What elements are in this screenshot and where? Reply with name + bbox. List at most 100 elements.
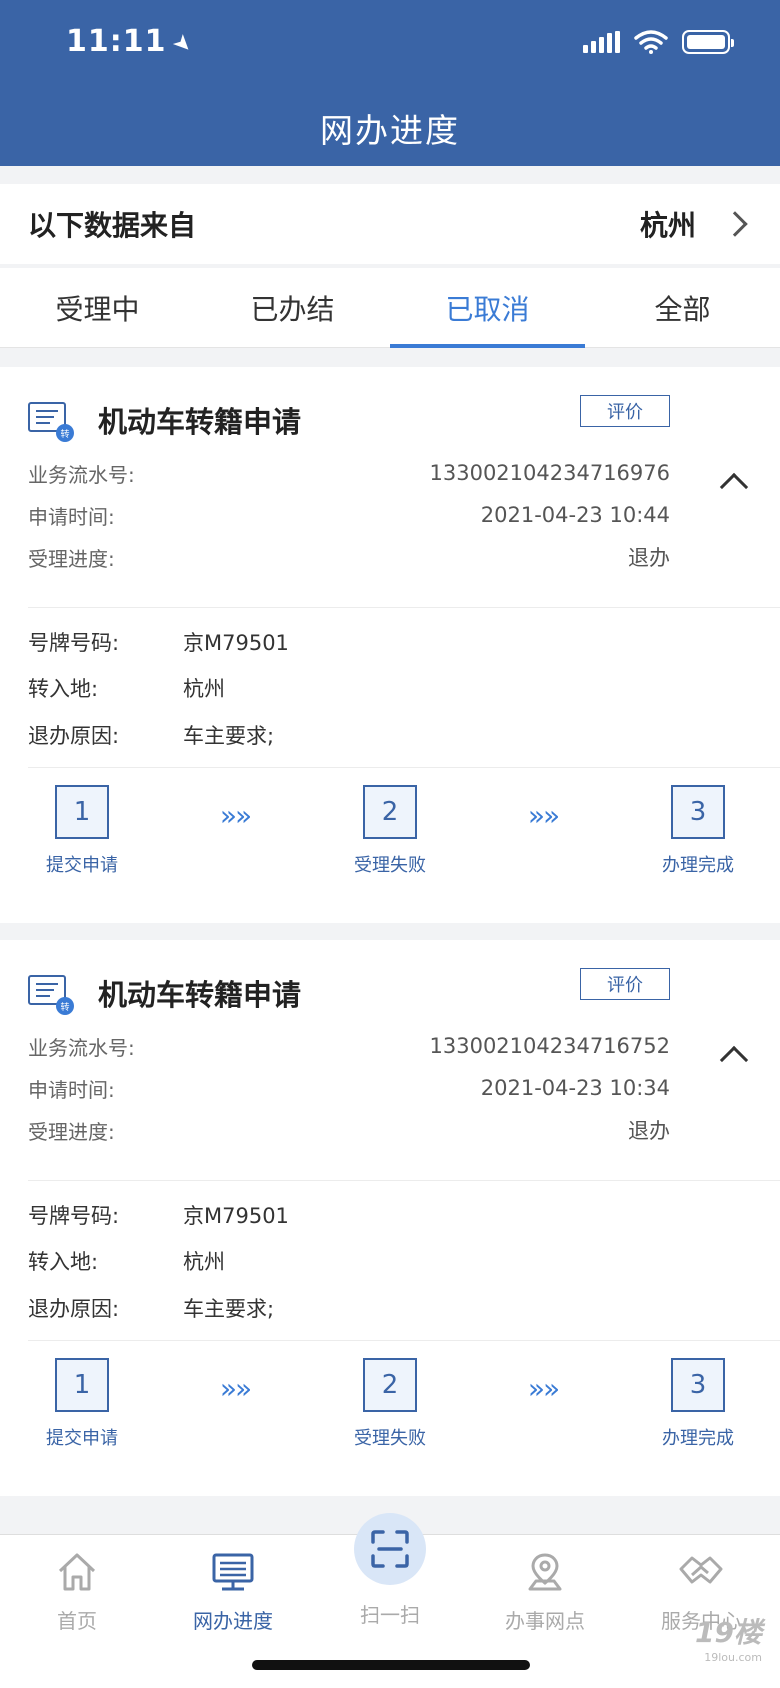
bottom-tab-bar: 首页 网办进度 扫一扫 办事网点 服务中心 19楼 19lou.com [0, 1513, 780, 1688]
card-title: 机动车转籍申请 [98, 978, 302, 1012]
data-source-label: 以下数据来自 [28, 209, 197, 242]
document-badge: 转 [56, 424, 74, 442]
watermark-logo: 19楼 19lou.com [695, 1616, 762, 1664]
document-badge: 转 [56, 997, 74, 1015]
time-row: 申请时间: 2021-04-23 10:44 [28, 497, 670, 533]
tab-cancelled[interactable]: 已取消 [390, 268, 585, 348]
tabbar-outlets[interactable]: 办事网点 [480, 1549, 610, 1634]
tabbar-home-label: 首页 [57, 1609, 97, 1633]
step-3: 3 办理完成 [628, 785, 768, 877]
tabbar-home[interactable]: 首页 [12, 1549, 142, 1634]
divider [28, 767, 780, 768]
page-title: 网办进度 [320, 111, 460, 150]
step-label: 提交申请 [46, 1428, 118, 1449]
plate-row: 号牌号码: 京M79501 [28, 622, 289, 662]
serial-label: 业务流水号: [28, 462, 135, 487]
step-label: 受理失败 [354, 1428, 426, 1449]
step-label: 受理失败 [354, 855, 426, 876]
step-number: 1 [55, 1358, 109, 1412]
cellular-signal-icon [583, 31, 620, 53]
chevron-up-icon[interactable] [719, 1045, 749, 1075]
serial-row: 业务流水号: 133002104234716752 [28, 1028, 670, 1064]
destination-label: 转入地: [28, 1250, 99, 1274]
serial-value: 133002104234716976 [429, 461, 671, 485]
step-number: 3 [671, 1358, 725, 1412]
divider [28, 1340, 780, 1341]
step-number: 2 [363, 1358, 417, 1412]
handshake-icon [679, 1556, 723, 1584]
progress-steps: 1 提交申请 »» 2 受理失败 »» 3 办理完成 [0, 1358, 780, 1458]
status-time: 11:11➤ [66, 24, 198, 61]
double-chevron-icon: »» [527, 799, 560, 832]
divider [28, 607, 780, 608]
destination-label: 转入地: [28, 677, 99, 701]
battery-icon [682, 30, 734, 54]
plate-value: 京M79501 [183, 1204, 289, 1228]
application-card: 转 机动车转籍申请 评价 业务流水号: 133002104234716976 申… [0, 367, 780, 923]
home-icon [58, 1553, 96, 1591]
card-title: 机动车转籍申请 [98, 405, 302, 439]
map-pin-icon [528, 1553, 562, 1591]
destination-row: 转入地: 杭州 [28, 1241, 225, 1281]
serial-value: 133002104234716752 [429, 1034, 671, 1058]
time-label: 申请时间: [28, 504, 115, 529]
evaluate-button[interactable]: 评价 [580, 395, 670, 427]
reason-row: 退办原因: 车主要求; [28, 1288, 274, 1328]
tabbar-progress[interactable]: 网办进度 [168, 1549, 298, 1634]
reason-label: 退办原因: [28, 1297, 120, 1321]
step-1: 1 提交申请 [12, 785, 152, 877]
evaluate-button[interactable]: 评价 [580, 968, 670, 1000]
serial-row: 业务流水号: 133002104234716976 [28, 455, 670, 491]
progress-value: 退办 [628, 1119, 670, 1143]
tab-completed[interactable]: 已办结 [195, 268, 390, 347]
time-row: 申请时间: 2021-04-23 10:34 [28, 1070, 670, 1106]
reason-row: 退办原因: 车主要求; [28, 715, 274, 755]
reason-value: 车主要求; [183, 1297, 275, 1321]
reason-label: 退办原因: [28, 724, 120, 748]
step-3: 3 办理完成 [628, 1358, 768, 1450]
double-chevron-icon: »» [219, 1372, 252, 1405]
document-icon: 转 [28, 973, 74, 1015]
tab-all[interactable]: 全部 [585, 268, 780, 347]
progress-value: 退办 [628, 546, 670, 570]
time-label: 申请时间: [28, 1077, 115, 1102]
tabbar-scan-label[interactable]: 扫一扫 [320, 1599, 460, 1628]
data-source-selector[interactable]: 以下数据来自 杭州 [0, 184, 780, 264]
destination-value: 杭州 [183, 1250, 225, 1274]
step-number: 3 [671, 785, 725, 839]
scan-button[interactable] [354, 1513, 426, 1585]
location-arrow-icon: ➤ [166, 28, 198, 61]
plate-value: 京M79501 [183, 631, 289, 655]
tab-in-progress[interactable]: 受理中 [0, 268, 195, 347]
progress-row: 受理进度: 退办 [28, 1112, 670, 1148]
step-number: 1 [55, 785, 109, 839]
destination-value: 杭州 [183, 677, 225, 701]
status-indicators [583, 30, 734, 54]
tabbar-progress-label: 网办进度 [193, 1609, 273, 1633]
tabbar-outlets-label: 办事网点 [505, 1609, 585, 1633]
plate-row: 号牌号码: 京M79501 [28, 1195, 289, 1235]
step-number: 2 [363, 785, 417, 839]
progress-row: 受理进度: 退办 [28, 539, 670, 575]
serial-label: 业务流水号: [28, 1035, 135, 1060]
step-label: 提交申请 [46, 855, 118, 876]
double-chevron-icon: »» [527, 1372, 560, 1405]
wifi-icon [634, 30, 668, 54]
reason-value: 车主要求; [183, 724, 275, 748]
progress-steps: 1 提交申请 »» 2 受理失败 »» 3 办理完成 [0, 785, 780, 885]
time-value: 2021-04-23 10:44 [480, 503, 670, 527]
scan-icon [371, 1530, 409, 1568]
step-label: 办理完成 [662, 855, 734, 876]
progress-label: 受理进度: [28, 1119, 115, 1144]
status-tabs: 受理中 已办结 已取消 全部 [0, 268, 780, 348]
double-chevron-icon: »» [219, 799, 252, 832]
divider [28, 1180, 780, 1181]
time-value: 2021-04-23 10:34 [480, 1076, 670, 1100]
plate-label: 号牌号码: [28, 631, 120, 655]
plate-label: 号牌号码: [28, 1204, 120, 1228]
step-label: 办理完成 [662, 1428, 734, 1449]
chevron-up-icon[interactable] [719, 472, 749, 502]
step-1: 1 提交申请 [12, 1358, 152, 1450]
step-2: 2 受理失败 [320, 1358, 460, 1450]
home-indicator [252, 1660, 530, 1670]
